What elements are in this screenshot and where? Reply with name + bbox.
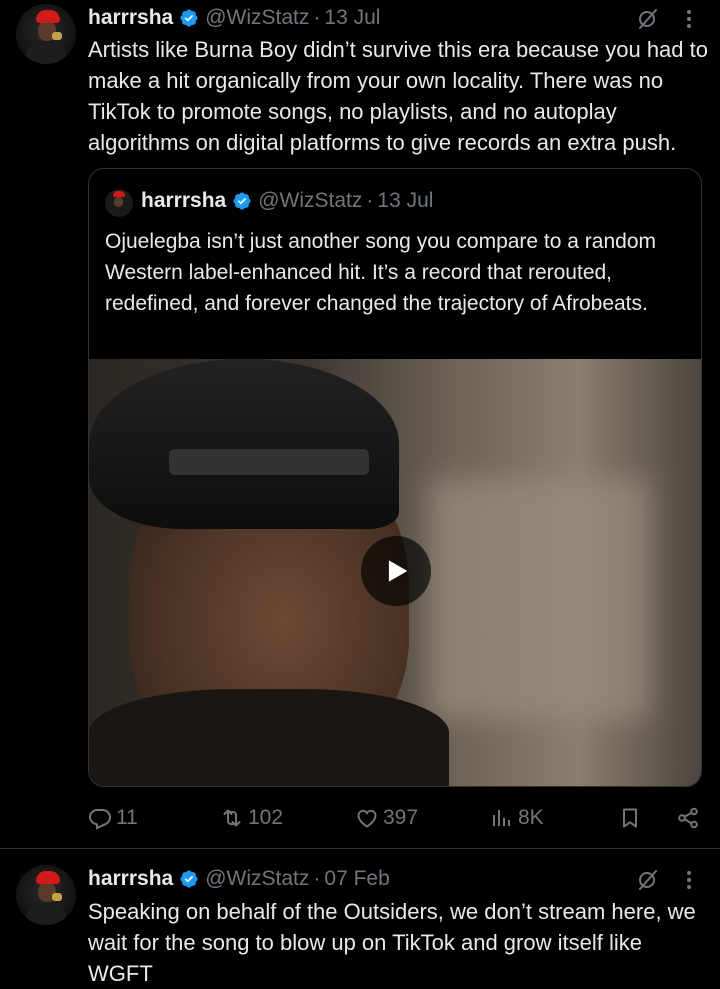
- tweet-text: Speaking on behalf of the Outsiders, we …: [88, 899, 696, 986]
- repost-icon: [223, 809, 241, 827]
- tweet-actions: 11 102 397 8K: [88, 800, 704, 836]
- quote-header: harrrsha @WizStatz · 13 Jul: [141, 186, 433, 216]
- author-handle[interactable]: @WizStatz: [205, 867, 309, 891]
- quote-avatar: [105, 189, 133, 217]
- view-count: 8K: [518, 806, 544, 829]
- reply-icon: [88, 809, 112, 830]
- grok-icon[interactable]: [636, 868, 660, 892]
- quote-author-handle: @WizStatz: [258, 189, 363, 212]
- video-player[interactable]: [89, 359, 701, 786]
- like-count: 397: [383, 806, 419, 829]
- repost-count: 102: [248, 806, 284, 829]
- author-name[interactable]: harrrsha: [88, 867, 173, 891]
- verified-badge-icon: [180, 9, 198, 27]
- author-name[interactable]: harrrsha: [88, 6, 173, 30]
- verified-badge-icon: [233, 192, 251, 210]
- share-icon: [678, 807, 698, 829]
- more-icon[interactable]: [683, 868, 695, 892]
- quote-text: Ojuelegba isn’t just another song you co…: [105, 230, 656, 315]
- author-handle[interactable]: @WizStatz: [205, 6, 309, 30]
- share-button[interactable]: [676, 800, 704, 836]
- separator-dot: ·: [313, 867, 321, 890]
- reply-count: 11: [116, 806, 138, 829]
- quote-date: 13 Jul: [377, 189, 434, 212]
- views-button[interactable]: 8K: [490, 800, 544, 836]
- play-button[interactable]: [361, 536, 431, 606]
- avatar[interactable]: [16, 4, 76, 64]
- avatar[interactable]: [16, 865, 76, 925]
- play-icon: [388, 560, 408, 582]
- bookmark-button[interactable]: [618, 800, 646, 836]
- tweet[interactable]: harrrsha @WizStatz · 13 Jul Artists like…: [0, 0, 720, 848]
- views-icon: [493, 810, 510, 826]
- tweet-header: harrrsha @WizStatz · 07 Feb: [88, 864, 390, 894]
- like-button[interactable]: 397: [355, 800, 418, 836]
- tweet-header: harrrsha @WizStatz · 13 Jul: [88, 3, 380, 33]
- tweet-date[interactable]: 13 Jul: [324, 6, 380, 30]
- more-icon[interactable]: [683, 7, 695, 31]
- like-icon: [357, 809, 377, 828]
- verified-badge-icon: [180, 870, 198, 888]
- tweet-date[interactable]: 07 Feb: [324, 867, 389, 891]
- separator-dot: ·: [366, 189, 374, 212]
- grok-icon[interactable]: [636, 7, 660, 31]
- tweet-text: Artists like Burna Boy didn’t survive th…: [88, 37, 708, 155]
- reply-button[interactable]: 11: [88, 800, 138, 836]
- separator-dot: ·: [313, 6, 321, 29]
- quoted-tweet[interactable]: harrrsha @WizStatz · 13 Jul Ojuelegba is…: [88, 168, 702, 787]
- quote-author-name: harrrsha: [141, 189, 227, 212]
- tweet[interactable]: harrrsha @WizStatz · 07 Feb Speaking on …: [0, 848, 720, 989]
- bookmark-icon: [623, 808, 637, 828]
- repost-button[interactable]: 102: [220, 800, 283, 836]
